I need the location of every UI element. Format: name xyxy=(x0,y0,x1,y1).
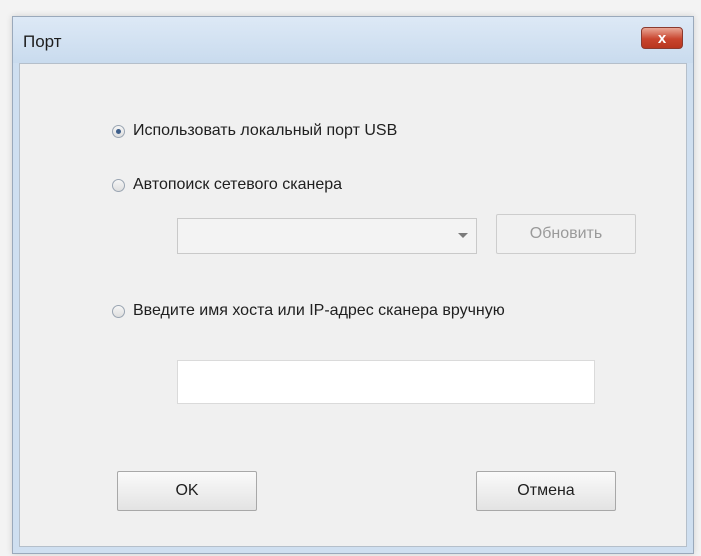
ok-button-label: OK xyxy=(175,482,199,499)
radio-autosearch-button[interactable] xyxy=(112,178,125,192)
refresh-button[interactable]: Обновить xyxy=(496,214,636,254)
close-button[interactable]: x xyxy=(641,27,683,49)
dialog-title: Порт xyxy=(23,32,62,51)
scanner-select[interactable] xyxy=(177,218,477,254)
dialog-body: Использовать локальный порт USB Автопоис… xyxy=(19,63,687,547)
ok-button[interactable]: OK xyxy=(117,471,257,511)
chevron-down-icon[interactable] xyxy=(458,233,468,238)
radio-usb-button[interactable] xyxy=(112,124,125,138)
cancel-button-label: Отмена xyxy=(517,482,575,499)
close-icon: x xyxy=(657,29,667,47)
refresh-button-label: Обновить xyxy=(529,225,603,242)
host-input[interactable] xyxy=(177,360,595,404)
radio-usb-label[interactable]: Использовать локальный порт USB xyxy=(133,122,397,140)
title-bar[interactable]: Порт x xyxy=(13,17,693,63)
radio-manual-button[interactable] xyxy=(112,304,125,318)
radio-usb[interactable]: Использовать локальный порт USB xyxy=(112,122,397,140)
radio-autosearch[interactable]: Автопоиск сетевого сканера xyxy=(112,176,342,194)
cancel-button[interactable]: Отмена xyxy=(476,471,616,511)
radio-manual[interactable]: Введите имя хоста или IP-адрес сканера в… xyxy=(112,302,505,320)
radio-autosearch-label[interactable]: Автопоиск сетевого сканера xyxy=(133,176,342,194)
port-dialog: Порт x Использовать локальный порт USB А… xyxy=(12,16,694,554)
radio-manual-label[interactable]: Введите имя хоста или IP-адрес сканера в… xyxy=(133,302,505,320)
